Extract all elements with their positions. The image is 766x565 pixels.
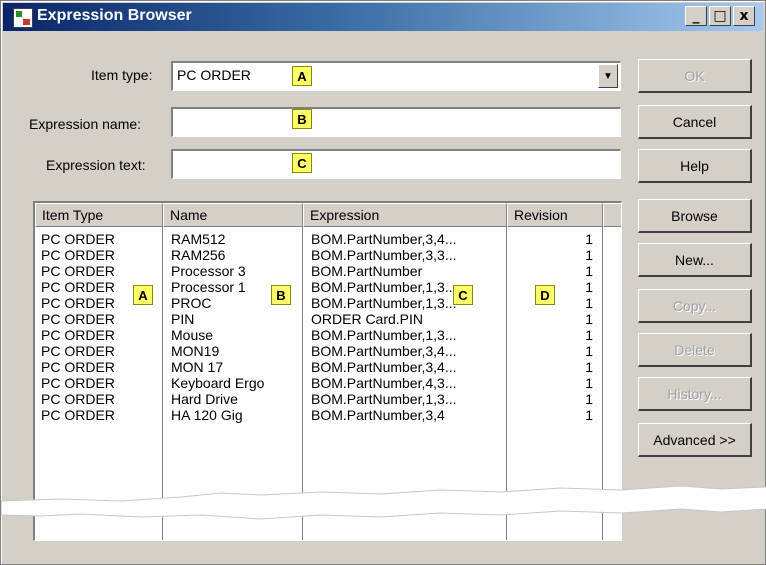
cell-item-type: PC ORDER xyxy=(41,407,115,423)
table-row[interactable]: PC ORDER MON 17 BOM.PartNumber,3,4... 1 xyxy=(35,359,620,375)
cell-revision: 1 xyxy=(585,359,593,375)
cell-revision: 1 xyxy=(585,407,593,423)
cell-expression: BOM.PartNumber,3,4... xyxy=(311,343,457,359)
callout-c-expression-column: C xyxy=(453,285,473,305)
cell-name: MON 17 xyxy=(171,359,224,375)
cell-revision: 1 xyxy=(585,311,593,327)
table-row[interactable]: PC ORDER Mouse BOM.PartNumber,1,3... 1 xyxy=(35,327,620,343)
cell-name: RAM512 xyxy=(171,231,226,247)
cell-name: Mouse xyxy=(171,327,214,343)
callout-c-expression-text: C xyxy=(292,153,312,173)
advanced-button[interactable]: Advanced >> xyxy=(638,423,752,457)
callout-a-item-type-column: A xyxy=(133,285,153,305)
cell-revision: 1 xyxy=(585,391,593,407)
cell-expression: BOM.PartNumber,1,3... xyxy=(311,295,457,311)
table-row[interactable]: PC ORDER Keyboard Ergo BOM.PartNumber,4,3.… xyxy=(35,375,620,391)
cell-item-type: PC ORDER xyxy=(41,327,115,343)
cell-item-type: PC ORDER xyxy=(41,359,115,375)
callout-b-expression-name: B xyxy=(292,109,312,129)
delete-button[interactable]: Delete xyxy=(638,333,752,367)
copy-button[interactable]: Copy... xyxy=(638,289,752,323)
cell-item-type: PC ORDER xyxy=(41,263,115,279)
cell-expression: BOM.PartNumber,1,3... xyxy=(311,391,457,407)
expression-text-label: Expression text: xyxy=(46,157,146,173)
column-header-name[interactable]: Name xyxy=(163,203,303,227)
cell-item-type: PC ORDER xyxy=(41,231,115,247)
maximize-button[interactable]: □ xyxy=(709,6,731,26)
item-type-value: PC ORDER xyxy=(177,67,251,83)
cell-expression: BOM.PartNumber,3,4 xyxy=(311,407,445,423)
ok-button[interactable]: OK xyxy=(638,59,752,93)
browse-button[interactable]: Browse xyxy=(638,199,752,233)
cell-name: Hard Drive xyxy=(171,391,238,407)
cell-name: Keyboard Ergo xyxy=(171,375,265,391)
cell-expression: BOM.PartNumber xyxy=(311,263,423,279)
help-button[interactable]: Help xyxy=(638,149,752,183)
table-row[interactable]: PC ORDER MON19 BOM.PartNumber,3,4... 1 xyxy=(35,343,620,359)
cell-revision: 1 xyxy=(585,343,593,359)
cell-item-type: PC ORDER xyxy=(41,343,115,359)
table-row[interactable]: PC ORDER Processor 3 BOM.PartNumber 1 xyxy=(35,263,620,279)
new-button[interactable]: New... xyxy=(638,243,752,277)
cell-item-type: PC ORDER xyxy=(41,375,115,391)
cell-revision: 1 xyxy=(585,247,593,263)
column-header-item-type[interactable]: Item Type xyxy=(35,203,163,227)
cell-revision: 1 xyxy=(585,327,593,343)
cell-revision: 1 xyxy=(585,375,593,391)
cell-expression: BOM.PartNumber,3,3... xyxy=(311,247,457,263)
close-button[interactable]: x xyxy=(733,6,755,26)
window-controls: _ □ x xyxy=(685,6,755,26)
window-title: Expression Browser xyxy=(37,7,192,24)
item-type-label: Item type: xyxy=(91,67,153,83)
cell-expression: ORDER Card.PIN xyxy=(311,311,424,327)
table-row[interactable]: PC ORDER RAM512 BOM.PartNumber,3,4... 1 xyxy=(35,231,620,247)
callout-d-revision-column: D xyxy=(535,285,555,305)
expression-name-input[interactable] xyxy=(171,107,621,137)
history-button[interactable]: History... xyxy=(638,377,752,411)
table-row[interactable]: PC ORDER PROC BOM.PartNumber,1,3... 1 xyxy=(35,295,620,311)
cell-item-type: PC ORDER xyxy=(41,311,115,327)
cancel-button[interactable]: Cancel xyxy=(638,105,752,139)
expression-browser-window: Expression Browser _ □ x Item type: PC O… xyxy=(0,0,766,565)
torn-edge xyxy=(1,485,766,520)
callout-b-name-column: B xyxy=(271,285,291,305)
item-type-select[interactable]: PC ORDER ▼ xyxy=(171,61,621,91)
expression-text-input[interactable] xyxy=(171,149,621,179)
cell-name: HA 120 Gig xyxy=(171,407,243,423)
table-row[interactable]: PC ORDER PIN ORDER Card.PIN 1 xyxy=(35,311,620,327)
table-row[interactable]: PC ORDER RAM256 BOM.PartNumber,3,3... 1 xyxy=(35,247,620,263)
column-header-expression[interactable]: Expression xyxy=(303,203,507,227)
cell-name: RAM256 xyxy=(171,247,226,263)
column-header-filler xyxy=(603,203,621,227)
minimize-button[interactable]: _ xyxy=(685,6,707,26)
cell-name: MON19 xyxy=(171,343,220,359)
table-row[interactable]: PC ORDER HA 120 Gig BOM.PartNumber,3,4 1 xyxy=(35,407,620,423)
chevron-down-icon[interactable]: ▼ xyxy=(598,64,618,88)
cell-expression: BOM.PartNumber,4,3... xyxy=(311,375,457,391)
app-icon xyxy=(13,8,33,28)
column-header-revision[interactable]: Revision xyxy=(507,203,603,227)
cell-item-type: PC ORDER xyxy=(41,391,115,407)
cell-revision: 1 xyxy=(585,263,593,279)
cell-item-type: PC ORDER xyxy=(41,247,115,263)
expression-name-label: Expression name: xyxy=(29,116,142,132)
callout-a-item-type: A xyxy=(292,66,312,86)
cell-name: PIN xyxy=(171,311,195,327)
table-row[interactable]: PC ORDER Processor 1 BOM.PartNumber,1,3...… xyxy=(35,279,620,295)
table-row[interactable]: PC ORDER Hard Drive BOM.PartNumber,1,3... 1 xyxy=(35,391,620,407)
title-bar[interactable]: Expression Browser _ □ x xyxy=(3,3,763,31)
cell-name: Processor 3 xyxy=(171,263,246,279)
cell-expression: BOM.PartNumber,3,4... xyxy=(311,231,457,247)
cell-revision: 1 xyxy=(585,231,593,247)
cell-expression: BOM.PartNumber,1,3... xyxy=(311,327,457,343)
cell-expression: BOM.PartNumber,1,3... xyxy=(311,279,457,295)
cell-expression: BOM.PartNumber,3,4... xyxy=(311,359,457,375)
